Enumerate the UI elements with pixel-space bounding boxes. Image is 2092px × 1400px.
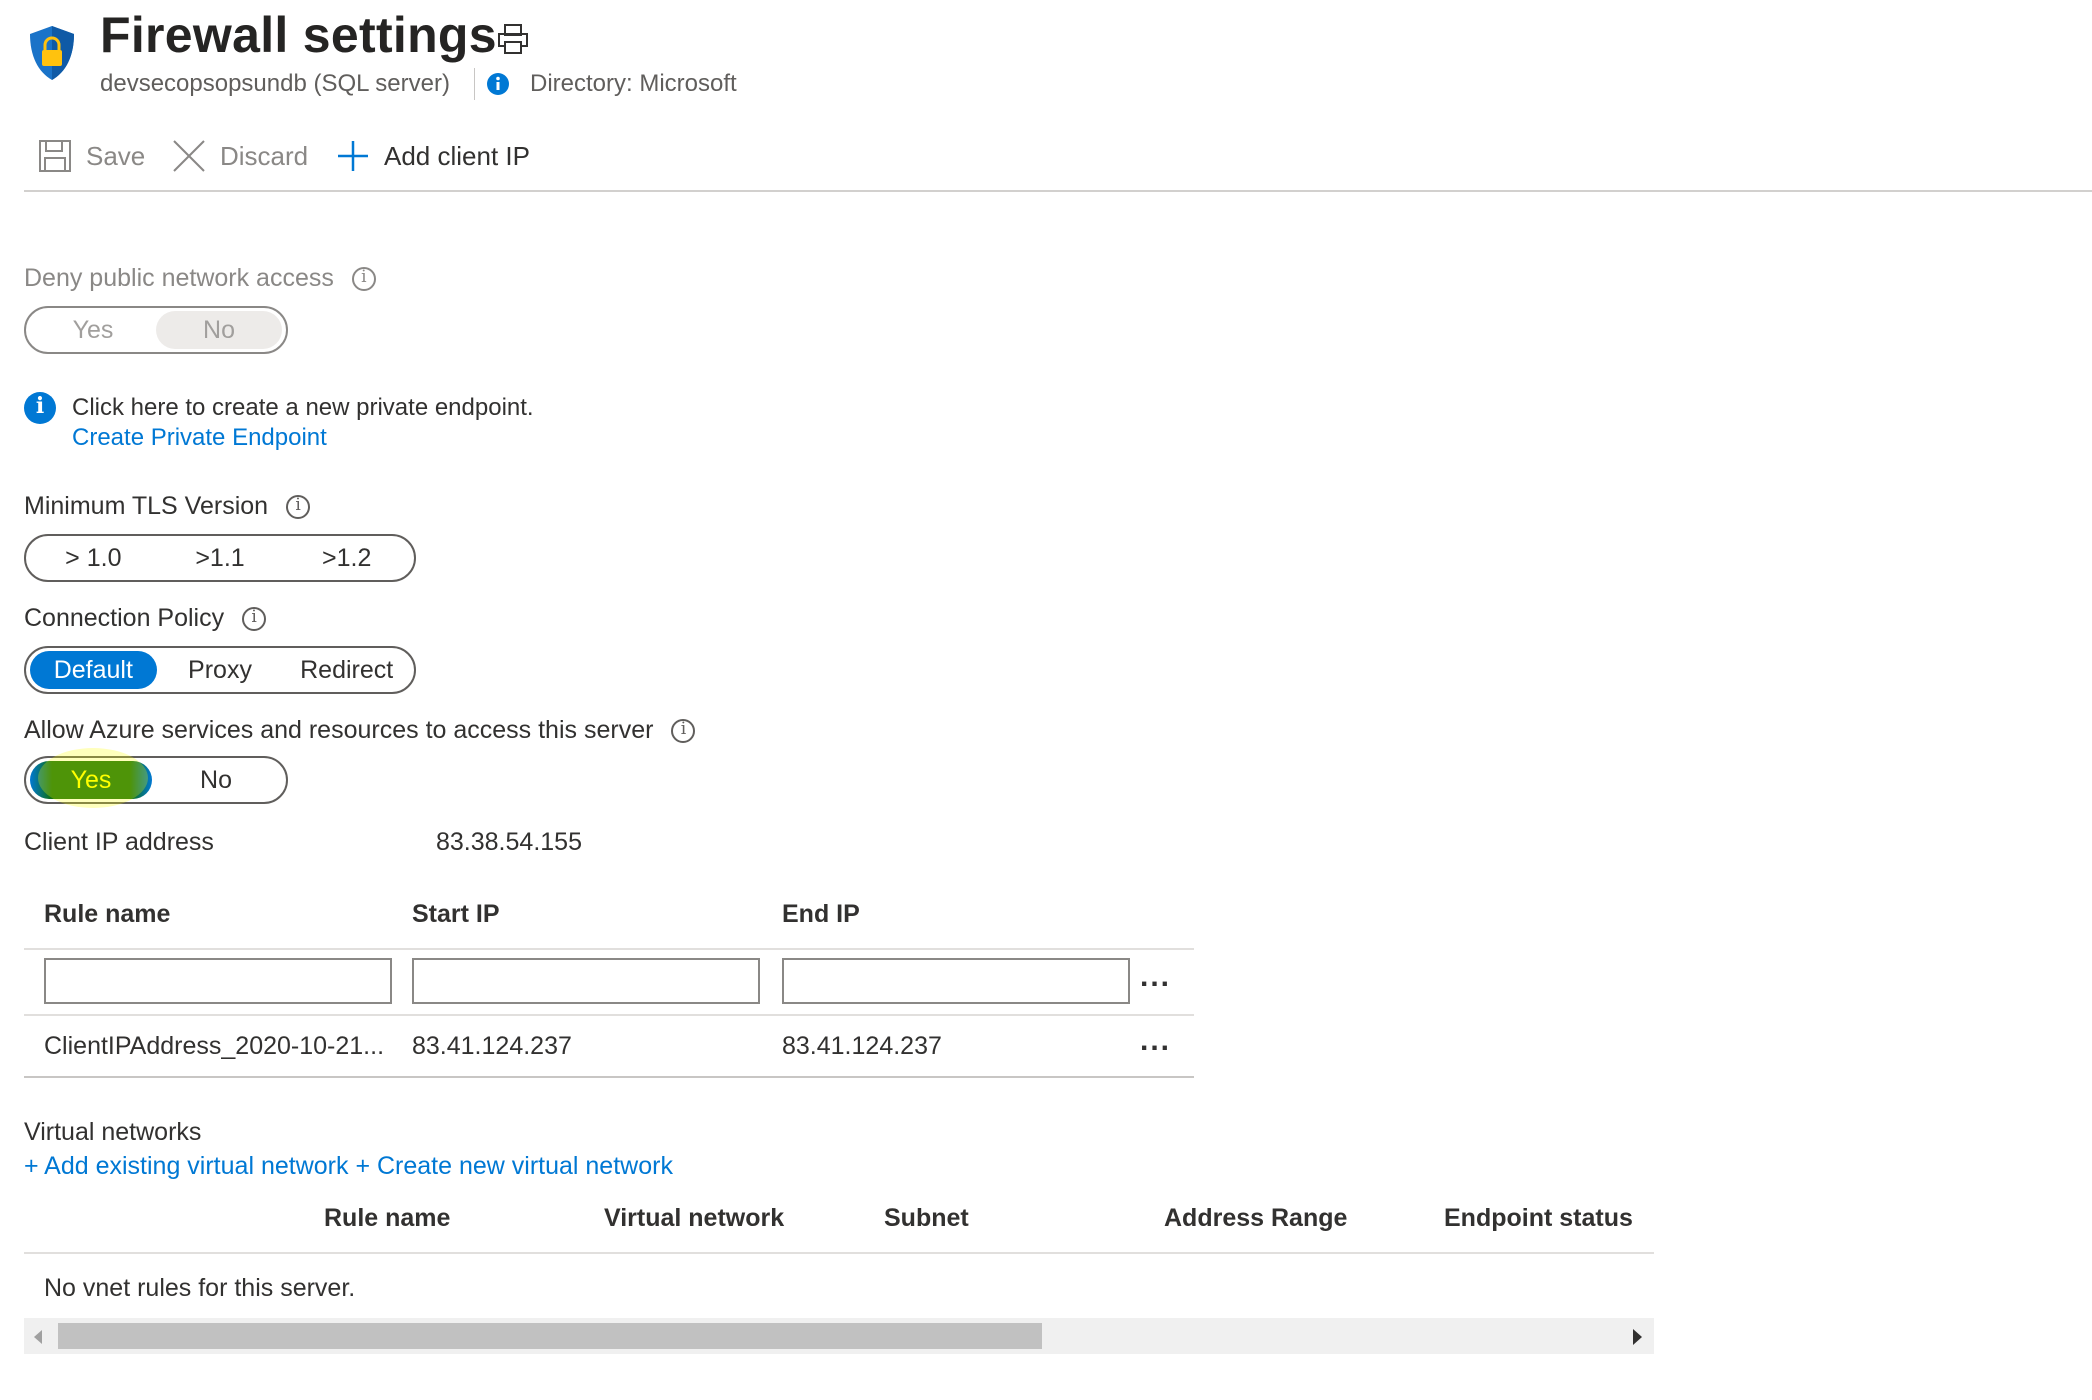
column-header-start-ip: Start IP	[412, 900, 500, 928]
more-actions-icon[interactable]: ...	[1140, 1024, 1171, 1058]
info-icon	[24, 392, 56, 424]
print-icon[interactable]	[496, 22, 530, 56]
deny-public-no[interactable]: No	[156, 311, 282, 349]
column-header-end-ip: End IP	[782, 900, 860, 928]
horizontal-scrollbar[interactable]	[24, 1318, 1654, 1354]
close-icon	[173, 140, 205, 172]
vnet-column-rule-name: Rule name	[324, 1204, 451, 1232]
tls-version-toggle[interactable]: > 1.0 >1.1 >1.2	[24, 534, 416, 582]
vnet-header-divider	[24, 1252, 1654, 1254]
start-ip-cell: 83.41.124.237	[412, 1032, 572, 1060]
column-header-rule-name: Rule name	[44, 900, 171, 928]
yellow-highlight	[38, 748, 148, 808]
policy-option-redirect[interactable]: Redirect	[283, 651, 410, 689]
vnet-column-endpoint-status: Endpoint status	[1444, 1204, 1633, 1232]
tls-option-1-2[interactable]: >1.2	[283, 539, 410, 577]
page-title: Firewall settings	[100, 7, 497, 63]
save-button[interactable]: Save	[38, 136, 145, 176]
subtitle-divider	[474, 68, 475, 100]
add-client-ip-label: Add client IP	[384, 140, 530, 171]
rule-name-input[interactable]	[44, 958, 392, 1004]
allow-azure-label-text: Allow Azure services and resources to ac…	[24, 716, 654, 744]
deny-public-yes[interactable]: Yes	[30, 311, 156, 349]
client-ip-value: 83.38.54.155	[436, 828, 582, 856]
add-client-ip-button[interactable]: Add client IP	[336, 136, 530, 176]
rule-name-cell: ClientIPAddress_2020-10-21...	[44, 1032, 385, 1060]
vnet-column-subnet: Subnet	[884, 1204, 969, 1232]
connection-policy-label-text: Connection Policy	[24, 604, 225, 632]
resource-subtitle: devsecopsopsundb (SQL server)	[100, 70, 450, 97]
scrollbar-thumb[interactable]	[58, 1323, 1042, 1349]
tls-label: Minimum TLS Version	[24, 492, 311, 521]
info-icon[interactable]	[351, 266, 376, 291]
save-label: Save	[86, 140, 146, 171]
allow-azure-no[interactable]: No	[152, 761, 280, 799]
client-ip-label: Client IP address	[24, 828, 214, 856]
discard-label: Discard	[220, 140, 309, 171]
tls-label-text: Minimum TLS Version	[24, 492, 269, 520]
deny-public-label: Deny public network access	[24, 264, 376, 293]
toolbar-divider	[24, 190, 2092, 192]
scroll-right-icon[interactable]	[1633, 1329, 1642, 1345]
deny-public-label-text: Deny public network access	[24, 264, 334, 292]
tls-option-1-0[interactable]: > 1.0	[30, 539, 157, 577]
info-icon	[487, 73, 509, 95]
table-header-divider	[24, 948, 1194, 950]
policy-option-default[interactable]: Default	[30, 651, 157, 689]
more-actions-icon[interactable]: ...	[1140, 960, 1171, 994]
private-endpoint-info: Click here to create a new private endpo…	[72, 394, 534, 421]
policy-option-proxy[interactable]: Proxy	[157, 651, 284, 689]
connection-policy-toggle[interactable]: Default Proxy Redirect	[24, 646, 416, 694]
scroll-left-icon[interactable]	[34, 1330, 42, 1344]
vnet-empty-message: No vnet rules for this server.	[44, 1274, 356, 1302]
create-private-endpoint-link[interactable]: Create Private Endpoint	[72, 424, 327, 452]
start-ip-input[interactable]	[412, 958, 760, 1004]
virtual-networks-title: Virtual networks	[24, 1118, 202, 1146]
plus-icon	[338, 141, 368, 171]
allow-azure-label: Allow Azure services and resources to ac…	[24, 716, 696, 745]
vnet-actions: + Add existing virtual network + Create …	[24, 1152, 673, 1181]
vnet-column-address-range: Address Range	[1164, 1204, 1348, 1232]
connection-policy-label: Connection Policy	[24, 604, 267, 633]
save-icon	[39, 140, 71, 172]
tls-option-1-1[interactable]: >1.1	[157, 539, 284, 577]
info-icon[interactable]	[671, 718, 696, 743]
shield-lock-icon	[30, 26, 74, 80]
add-existing-vnet-link[interactable]: + Add existing virtual network	[24, 1152, 348, 1180]
info-icon[interactable]	[242, 606, 267, 631]
vnet-column-virtual-network: Virtual network	[604, 1204, 785, 1232]
end-ip-input[interactable]	[782, 958, 1130, 1004]
deny-public-toggle[interactable]: Yes No	[24, 306, 288, 354]
info-icon[interactable]	[286, 494, 311, 519]
create-new-vnet-link[interactable]: + Create new virtual network	[355, 1152, 673, 1180]
table-row-divider	[24, 1014, 1194, 1016]
discard-button[interactable]: Discard	[172, 136, 308, 176]
table-bottom-divider	[24, 1076, 1194, 1078]
end-ip-cell: 83.41.124.237	[782, 1032, 942, 1060]
directory-label: Directory: Microsoft	[530, 70, 737, 97]
firewall-settings-page: Firewall settings devsecopsopsundb (SQL …	[0, 0, 2092, 1400]
